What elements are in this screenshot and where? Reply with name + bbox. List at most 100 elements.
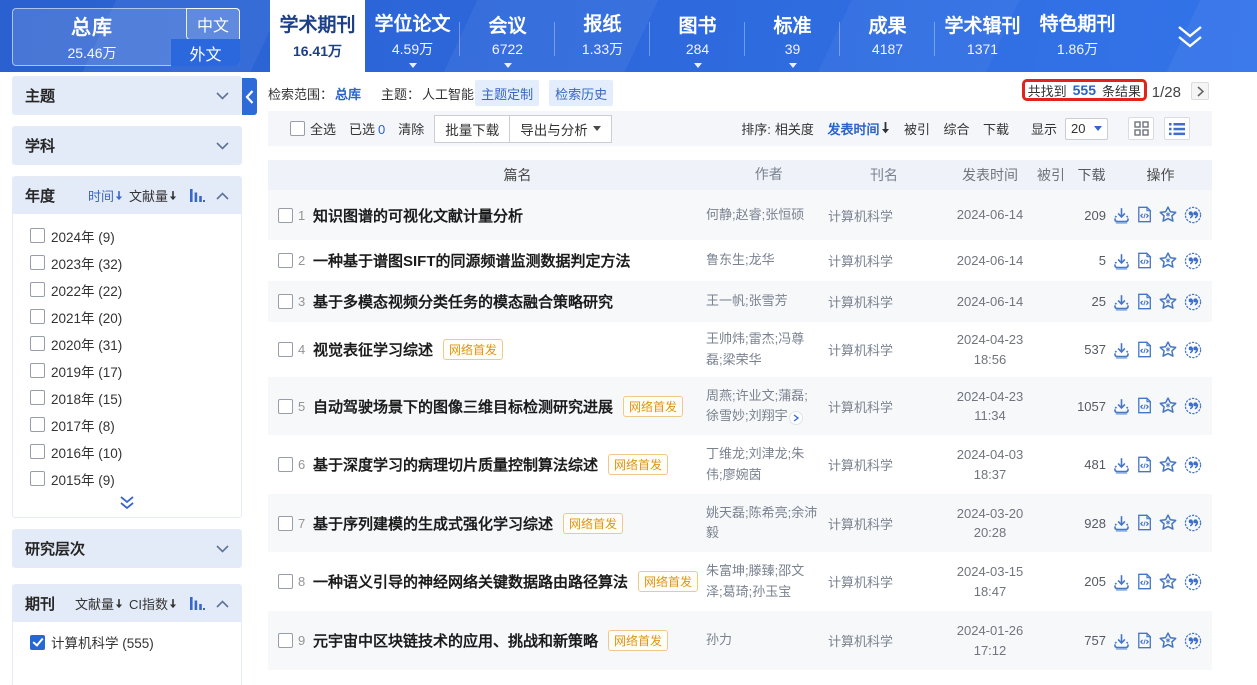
journal-sort-count[interactable]: 文献量 bbox=[75, 594, 123, 613]
article-title-link[interactable]: 自动驾驶场景下的图像三维目标检测研究进展 bbox=[313, 396, 613, 417]
year-checkbox[interactable] bbox=[30, 390, 45, 405]
html-read-icon[interactable] bbox=[1137, 206, 1152, 224]
list-view-button[interactable] bbox=[1164, 117, 1190, 140]
year-checkbox[interactable] bbox=[30, 417, 45, 432]
article-title-link[interactable]: 基于多模态视频分类任务的模态融合策略研究 bbox=[313, 291, 613, 312]
sidebar-collapse-button[interactable] bbox=[242, 78, 257, 115]
html-read-icon[interactable] bbox=[1137, 397, 1152, 415]
article-title-link[interactable]: 知识图谱的可视化文献计量分析 bbox=[313, 205, 523, 226]
year-filter-item[interactable]: 2017年 (8) bbox=[13, 411, 241, 438]
nav-tab-4[interactable]: 报纸1.33万 bbox=[555, 0, 650, 72]
chevron-down-icon[interactable] bbox=[216, 92, 229, 100]
col-header-downloads[interactable]: 下载 bbox=[1062, 165, 1106, 185]
select-all-checkbox[interactable] bbox=[290, 121, 305, 136]
row-journal[interactable]: 计算机科学 bbox=[828, 251, 928, 270]
html-read-icon[interactable] bbox=[1137, 573, 1152, 591]
row-checkbox[interactable] bbox=[278, 208, 293, 223]
html-read-icon[interactable] bbox=[1137, 293, 1152, 311]
download-icon[interactable] bbox=[1113, 206, 1130, 224]
year-checkbox[interactable] bbox=[30, 228, 45, 243]
panel-research-level-header[interactable]: 研究层次 bbox=[13, 530, 241, 567]
row-checkbox[interactable] bbox=[278, 399, 293, 414]
nav-tab-6[interactable]: 标准39 bbox=[745, 0, 840, 72]
html-read-icon[interactable] bbox=[1137, 456, 1152, 474]
year-filter-item[interactable]: 2016年 (10) bbox=[13, 438, 241, 465]
year-checkbox[interactable] bbox=[30, 255, 45, 270]
row-journal[interactable]: 计算机科学 bbox=[828, 397, 928, 416]
clear-selection-button[interactable]: 清除 bbox=[398, 119, 424, 138]
cite-quote-icon[interactable] bbox=[1184, 397, 1202, 415]
scope-value[interactable]: 总库 bbox=[335, 84, 361, 103]
cite-quote-icon[interactable] bbox=[1184, 514, 1202, 532]
year-filter-item[interactable]: 2022年 (22) bbox=[13, 276, 241, 303]
year-checkbox[interactable] bbox=[30, 282, 45, 297]
download-icon[interactable] bbox=[1113, 341, 1130, 359]
year-checkbox[interactable] bbox=[30, 363, 45, 378]
html-read-icon[interactable] bbox=[1137, 514, 1152, 532]
topic-custom-button[interactable]: 主题定制 bbox=[475, 80, 539, 106]
article-title-link[interactable]: 基于深度学习的病理切片质量控制算法综述 bbox=[313, 454, 598, 475]
row-authors[interactable]: 朱富坤;滕臻;邵文泽;葛琦;孙玉宝 bbox=[706, 561, 828, 601]
year-filter-item[interactable]: 2020年 (31) bbox=[13, 330, 241, 357]
article-title-link[interactable]: 视觉表征学习综述 bbox=[313, 339, 433, 360]
nav-tab-3[interactable]: 会议6722 bbox=[460, 0, 555, 72]
row-checkbox[interactable] bbox=[278, 457, 293, 472]
panel-theme-header[interactable]: 主题 bbox=[13, 77, 241, 114]
chevron-up-icon[interactable] bbox=[216, 600, 229, 608]
row-journal[interactable]: 计算机科学 bbox=[828, 206, 928, 225]
download-icon[interactable] bbox=[1113, 514, 1130, 532]
sort-option-2[interactable]: 发表时间 bbox=[827, 119, 890, 138]
download-icon[interactable] bbox=[1113, 252, 1130, 270]
row-authors[interactable]: 丁维龙;刘津龙;朱伟;廖婉茵 bbox=[706, 444, 828, 484]
select-all-label[interactable]: 全选 bbox=[310, 119, 336, 138]
year-filter-item[interactable]: 2023年 (32) bbox=[13, 249, 241, 276]
article-title-link[interactable]: 基于序列建模的生成式强化学习综述 bbox=[313, 513, 553, 534]
row-checkbox[interactable] bbox=[278, 516, 293, 531]
cite-quote-icon[interactable] bbox=[1184, 341, 1202, 359]
cite-quote-icon[interactable] bbox=[1184, 206, 1202, 224]
favorite-star-icon[interactable] bbox=[1159, 456, 1177, 474]
favorite-star-icon[interactable] bbox=[1159, 341, 1177, 359]
batch-download-button[interactable]: 批量下载 bbox=[434, 115, 510, 143]
nav-tab-7[interactable]: 成果4187 bbox=[840, 0, 935, 72]
journal-checkbox[interactable] bbox=[30, 635, 45, 650]
download-icon[interactable] bbox=[1113, 456, 1130, 474]
favorite-star-icon[interactable] bbox=[1159, 397, 1177, 415]
sort-option-5[interactable]: 下载 bbox=[983, 119, 1009, 138]
row-journal[interactable]: 计算机科学 bbox=[828, 514, 928, 533]
journal-sort-ci[interactable]: CI指数 bbox=[129, 594, 177, 613]
page-size-select[interactable]: 20 bbox=[1065, 118, 1108, 140]
html-read-icon[interactable] bbox=[1137, 341, 1152, 359]
nav-more-chevron-icon[interactable] bbox=[1176, 23, 1204, 51]
nav-tab-5[interactable]: 图书284 bbox=[650, 0, 745, 72]
year-checkbox[interactable] bbox=[30, 336, 45, 351]
nav-tab-8[interactable]: 学术辑刊1371 bbox=[935, 0, 1030, 72]
search-history-button[interactable]: 检索历史 bbox=[549, 80, 613, 106]
article-title-link[interactable]: 一种语义引导的神经网络关键数据路由路径算法 bbox=[313, 571, 628, 592]
row-checkbox[interactable] bbox=[278, 294, 293, 309]
chevron-down-icon[interactable] bbox=[216, 545, 229, 553]
row-journal[interactable]: 计算机科学 bbox=[828, 631, 928, 650]
export-analyze-button[interactable]: 导出与分析 bbox=[510, 115, 612, 143]
row-authors[interactable]: 王一帆;张雪芳 bbox=[706, 291, 828, 311]
year-expand-more-icon[interactable] bbox=[13, 494, 241, 517]
favorite-star-icon[interactable] bbox=[1159, 514, 1177, 532]
row-checkbox[interactable] bbox=[278, 633, 293, 648]
year-sort-count[interactable]: 文献量 bbox=[129, 186, 177, 205]
row-authors[interactable]: 王帅炜;雷杰;冯尊磊;梁荣华 bbox=[706, 329, 828, 369]
article-title-link[interactable]: 元宇宙中区块链技术的应用、挑战和新策略 bbox=[313, 630, 598, 651]
cite-quote-icon[interactable] bbox=[1184, 632, 1202, 650]
row-authors[interactable]: 鲁东生;龙华 bbox=[706, 250, 828, 270]
download-icon[interactable] bbox=[1113, 293, 1130, 311]
year-checkbox[interactable] bbox=[30, 444, 45, 459]
download-icon[interactable] bbox=[1113, 397, 1130, 415]
journal-filter-item[interactable]: 计算机科学 (555) bbox=[30, 632, 224, 652]
panel-subject-header[interactable]: 学科 bbox=[13, 127, 241, 164]
row-authors[interactable]: 姚天磊;陈希亮;余沛毅 bbox=[706, 503, 828, 543]
journal-barchart-icon[interactable] bbox=[190, 597, 205, 610]
nav-tab-9[interactable]: 特色期刊1.86万 bbox=[1030, 0, 1125, 72]
row-checkbox[interactable] bbox=[278, 253, 293, 268]
sort-option-3[interactable]: 被引 bbox=[904, 119, 930, 138]
row-journal[interactable]: 计算机科学 bbox=[828, 340, 928, 359]
cite-quote-icon[interactable] bbox=[1184, 456, 1202, 474]
